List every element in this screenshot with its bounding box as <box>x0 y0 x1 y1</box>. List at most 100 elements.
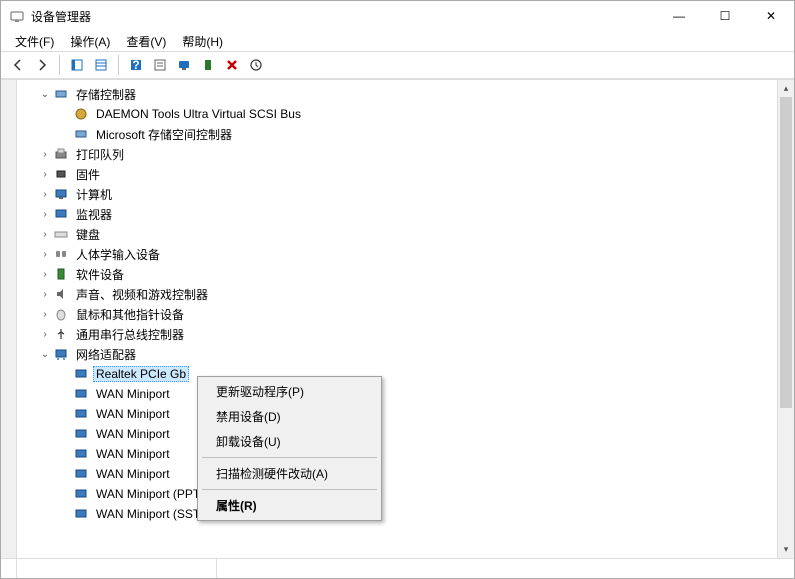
tree-node-sound[interactable]: › 声音、视频和游戏控制器 <box>17 284 794 304</box>
adapter-icon <box>73 366 89 382</box>
keyboard-icon <box>53 226 69 242</box>
ctx-update-driver[interactable]: 更新驱动程序(P) <box>200 379 379 404</box>
toolbar-separator <box>118 55 119 75</box>
app-icon <box>9 8 25 24</box>
scroll-up-button[interactable]: ▴ <box>778 80 794 97</box>
adapter-icon <box>73 486 89 502</box>
menu-action[interactable]: 操作(A) <box>62 31 118 51</box>
ctx-properties[interactable]: 属性(R) <box>200 493 379 518</box>
properties-button[interactable] <box>149 54 171 76</box>
expand-icon[interactable]: › <box>37 146 53 162</box>
menu-view[interactable]: 查看(V) <box>118 31 174 51</box>
monitor-icon <box>53 206 69 222</box>
menu-help[interactable]: 帮助(H) <box>174 31 231 51</box>
tree-node-firmware[interactable]: › 固件 <box>17 164 794 184</box>
scroll-thumb[interactable] <box>780 97 792 408</box>
tree-node-network-adapters[interactable]: ⌄ 网络适配器 <box>17 344 794 364</box>
scsi-icon <box>73 106 89 122</box>
storage-icon <box>73 126 89 142</box>
update-driver-button[interactable] <box>173 54 195 76</box>
mouse-icon <box>53 306 69 322</box>
adapter-icon <box>73 506 89 522</box>
titlebar: 设备管理器 — ☐ ✕ <box>1 1 794 31</box>
ctx-separator <box>202 489 377 490</box>
collapse-icon[interactable]: ⌄ <box>37 346 53 362</box>
adapter-icon <box>73 466 89 482</box>
expand-icon[interactable]: › <box>37 326 53 342</box>
tree-node-storage-controllers[interactable]: ⌄ 存储控制器 <box>17 84 794 104</box>
expand-icon[interactable]: › <box>37 166 53 182</box>
scan-button[interactable] <box>245 54 267 76</box>
expand-icon[interactable]: › <box>37 186 53 202</box>
status-segment <box>1 559 17 578</box>
expand-icon[interactable]: › <box>37 246 53 262</box>
uninstall-button[interactable] <box>221 54 243 76</box>
nav-back-button[interactable] <box>7 54 29 76</box>
tree-node-wan-miniport-sstp[interactable]: · WAN Miniport (SSTP) <box>17 504 794 524</box>
client-area: ⌄ 存储控制器 · DAEMON Tools Ultra Virtual SCS… <box>1 79 794 558</box>
tree-node-wan-miniport[interactable]: · WAN Miniport <box>17 424 794 444</box>
device-tree[interactable]: ⌄ 存储控制器 · DAEMON Tools Ultra Virtual SCS… <box>17 80 794 558</box>
toolbar: ? <box>1 51 794 79</box>
toolbar-separator <box>59 55 60 75</box>
tree-node-wan-miniport[interactable]: · WAN Miniport <box>17 464 794 484</box>
status-segment <box>17 559 217 578</box>
tree-node-computer[interactable]: › 计算机 <box>17 184 794 204</box>
adapter-icon <box>73 406 89 422</box>
tree-node-keyboards[interactable]: › 键盘 <box>17 224 794 244</box>
adapter-icon <box>73 426 89 442</box>
adapter-icon <box>73 386 89 402</box>
software-icon <box>53 266 69 282</box>
storage-icon <box>53 86 69 102</box>
tree-node-daemon-tools[interactable]: · DAEMON Tools Ultra Virtual SCSI Bus <box>17 104 794 124</box>
show-hide-button[interactable] <box>66 54 88 76</box>
scroll-track[interactable] <box>778 97 794 541</box>
expand-icon[interactable]: › <box>37 286 53 302</box>
network-icon <box>53 346 69 362</box>
minimize-button[interactable]: — <box>656 1 702 31</box>
vertical-scrollbar[interactable]: ▴ ▾ <box>777 80 794 558</box>
tree-node-software-devices[interactable]: › 软件设备 <box>17 264 794 284</box>
context-menu: 更新驱动程序(P) 禁用设备(D) 卸载设备(U) 扫描检测硬件改动(A) 属性… <box>197 376 382 521</box>
window-title: 设备管理器 <box>31 8 656 25</box>
computer-icon <box>53 186 69 202</box>
ctx-scan-hardware[interactable]: 扫描检测硬件改动(A) <box>200 461 379 486</box>
expand-icon[interactable]: › <box>37 206 53 222</box>
collapse-icon[interactable]: ⌄ <box>37 86 53 102</box>
tree-node-wan-miniport[interactable]: · WAN Miniport <box>17 384 794 404</box>
tree-node-print-queues[interactable]: › 打印队列 <box>17 144 794 164</box>
tree-node-wan-miniport-pptp[interactable]: · WAN Miniport (PPTP) <box>17 484 794 504</box>
expand-icon[interactable]: › <box>37 306 53 322</box>
menu-file[interactable]: 文件(F) <box>7 31 62 51</box>
ctx-disable-device[interactable]: 禁用设备(D) <box>200 404 379 429</box>
help-button[interactable]: ? <box>125 54 147 76</box>
chip-icon <box>53 166 69 182</box>
tree-node-wan-miniport[interactable]: · WAN Miniport <box>17 444 794 464</box>
selected-item-label: Realtek PCIe Gb <box>93 366 189 382</box>
device-manager-window: 设备管理器 — ☐ ✕ 文件(F) 操作(A) 查看(V) 帮助(H) ? ⌄ <box>0 0 795 579</box>
left-gutter <box>1 80 17 558</box>
view-button[interactable] <box>90 54 112 76</box>
usb-icon <box>53 326 69 342</box>
nav-forward-button[interactable] <box>31 54 53 76</box>
status-segment <box>217 559 794 578</box>
printer-icon <box>53 146 69 162</box>
tree-node-hid[interactable]: › 人体学输入设备 <box>17 244 794 264</box>
ctx-separator <box>202 457 377 458</box>
expand-icon[interactable]: › <box>37 266 53 282</box>
sound-icon <box>53 286 69 302</box>
ctx-uninstall-device[interactable]: 卸载设备(U) <box>200 429 379 454</box>
tree-node-monitors[interactable]: › 监视器 <box>17 204 794 224</box>
expand-icon[interactable]: › <box>37 226 53 242</box>
enable-button[interactable] <box>197 54 219 76</box>
scroll-down-button[interactable]: ▾ <box>778 541 794 558</box>
tree-node-mouse[interactable]: › 鼠标和其他指针设备 <box>17 304 794 324</box>
tree-node-usb[interactable]: › 通用串行总线控制器 <box>17 324 794 344</box>
tree-node-ms-storage[interactable]: · Microsoft 存储空间控制器 <box>17 124 794 144</box>
maximize-button[interactable]: ☐ <box>702 1 748 31</box>
adapter-icon <box>73 446 89 462</box>
close-button[interactable]: ✕ <box>748 1 794 31</box>
menubar: 文件(F) 操作(A) 查看(V) 帮助(H) <box>1 31 794 51</box>
tree-node-wan-miniport[interactable]: · WAN Miniport <box>17 404 794 424</box>
tree-node-realtek[interactable]: · Realtek PCIe Gb <box>17 364 794 384</box>
